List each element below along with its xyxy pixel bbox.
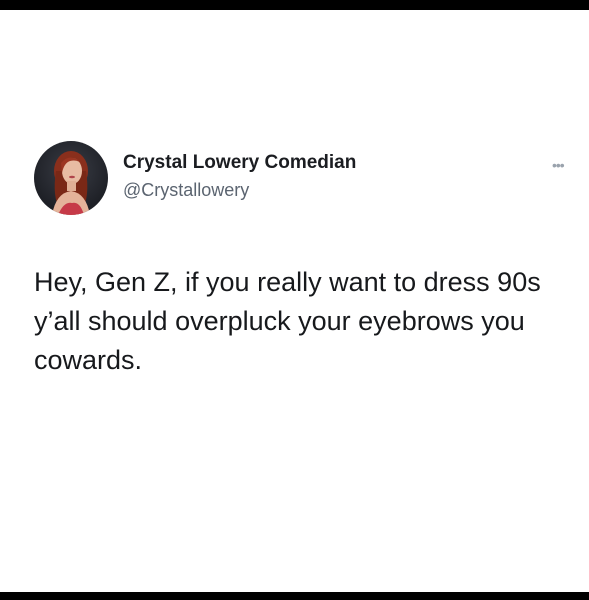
tweet-card: Crystal Lowery Comedian @Crystallowery •… [0,10,589,592]
tweet-text: Hey, Gen Z, if you really want to dress … [34,267,541,375]
more-options-icon[interactable]: ••• [552,157,565,173]
profile-photo-icon [52,151,90,215]
author-name[interactable]: Crystal Lowery Comedian [123,152,356,174]
author-handle[interactable]: @Crystallowery [123,180,249,201]
avatar[interactable] [34,141,108,215]
